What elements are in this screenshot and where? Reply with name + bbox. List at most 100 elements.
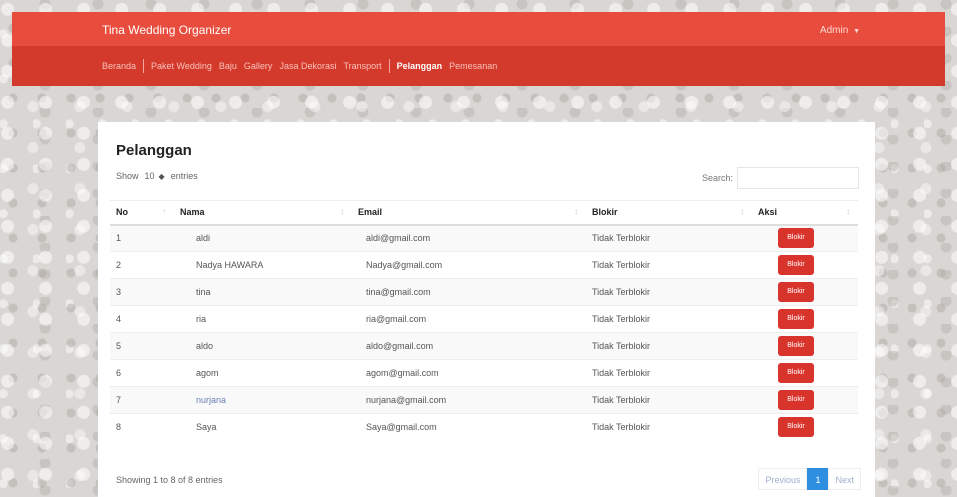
cell-blokir: Tidak Terblokir bbox=[586, 332, 752, 360]
cell-email: tina@gmail.com bbox=[352, 278, 586, 306]
block-button[interactable]: Blokir bbox=[778, 363, 814, 383]
nav-item-transport[interactable]: Transport bbox=[343, 61, 381, 71]
nav-item-baju[interactable]: Baju bbox=[219, 61, 237, 71]
nav-item-jasa-dekorasi[interactable]: Jasa Dekorasi bbox=[279, 61, 336, 71]
pagination: Previous 1 Next bbox=[758, 468, 861, 490]
top-header-bar: Tina Wedding Organizer Admin ▼ bbox=[12, 12, 945, 46]
cell-email: Saya@gmail.com bbox=[352, 413, 586, 441]
main-navigation: Beranda Paket Wedding Baju Gallery Jasa … bbox=[12, 46, 945, 86]
search-label: Search: bbox=[701, 173, 733, 183]
cell-nama: tina bbox=[174, 278, 352, 306]
nav-divider bbox=[143, 59, 145, 73]
block-button[interactable]: Blokir bbox=[778, 336, 814, 356]
cell-nama: agom bbox=[174, 359, 352, 387]
cell-email: Nadya@gmail.com bbox=[352, 251, 586, 279]
nav-item-pelanggan[interactable]: Pelanggan bbox=[397, 61, 443, 71]
cell-blokir: Tidak Terblokir bbox=[586, 305, 752, 333]
cell-no: 6 bbox=[110, 359, 174, 387]
table-row: 3 tina tina@gmail.com Tidak Terblokir Bl… bbox=[110, 278, 858, 306]
cell-no: 5 bbox=[110, 332, 174, 360]
column-label: Nama bbox=[180, 207, 205, 218]
sort-icon: ↕ bbox=[846, 207, 850, 216]
cell-no: 1 bbox=[110, 224, 174, 252]
cell-aksi: Blokir bbox=[752, 251, 858, 279]
table-search: Search: bbox=[702, 167, 859, 189]
block-button[interactable]: Blokir bbox=[778, 417, 814, 438]
column-header-blokir[interactable]: Blokir ↕ bbox=[586, 200, 752, 226]
column-label: Email bbox=[358, 207, 383, 218]
cell-blokir: Tidak Terblokir bbox=[586, 224, 752, 252]
sort-icon: ↕ bbox=[340, 207, 344, 216]
table-row: 1 aldi aldi@gmail.com Tidak Terblokir Bl… bbox=[110, 224, 858, 252]
sort-icon: ↕ bbox=[574, 207, 578, 216]
table-row: 2 Nadya HAWARA Nadya@gmail.com Tidak Ter… bbox=[110, 251, 858, 279]
cell-blokir: Tidak Terblokir bbox=[586, 386, 752, 414]
cell-no: 8 bbox=[110, 413, 174, 441]
cell-aksi: Blokir bbox=[752, 359, 858, 387]
column-header-no[interactable]: No ↑ bbox=[110, 200, 174, 226]
cell-no: 7 bbox=[110, 386, 174, 414]
cell-aksi: Blokir bbox=[752, 413, 858, 441]
column-label: No bbox=[116, 207, 128, 218]
cell-blokir: Tidak Terblokir bbox=[586, 413, 752, 441]
caret-down-icon: ▼ bbox=[853, 28, 860, 35]
column-header-aksi[interactable]: Aksi ↕ bbox=[752, 200, 858, 226]
cell-no: 3 bbox=[110, 278, 174, 306]
block-button[interactable]: Blokir bbox=[778, 390, 814, 410]
user-menu-label: Admin bbox=[819, 25, 849, 36]
user-menu[interactable]: Admin ▼ bbox=[820, 25, 860, 36]
previous-page-button[interactable]: Previous bbox=[758, 468, 808, 490]
cell-nama: Nadya HAWARA bbox=[174, 251, 352, 279]
cell-nama: aldi bbox=[174, 224, 352, 252]
nav-item-gallery[interactable]: Gallery bbox=[244, 61, 273, 71]
cell-aksi: Blokir bbox=[752, 278, 858, 306]
cell-email: aldo@gmail.com bbox=[352, 332, 586, 360]
table-row: 6 agom agom@gmail.com Tidak Terblokir Bl… bbox=[110, 359, 858, 387]
cell-aksi: Blokir bbox=[752, 224, 858, 252]
block-button[interactable]: Blokir bbox=[778, 255, 814, 275]
cell-nama: aldo bbox=[174, 332, 352, 360]
brand-title[interactable]: Tina Wedding Organizer bbox=[102, 23, 231, 37]
next-page-button[interactable]: Next bbox=[828, 468, 861, 490]
entries-select-value: 10 bbox=[144, 171, 155, 181]
cell-email: agom@gmail.com bbox=[352, 359, 586, 387]
cell-blokir: Tidak Terblokir bbox=[586, 359, 752, 387]
cell-email: aldi@gmail.com bbox=[352, 224, 586, 252]
sort-asc-icon: ↑ bbox=[162, 207, 166, 216]
cell-blokir: Tidak Terblokir bbox=[586, 251, 752, 279]
block-button[interactable]: Blokir bbox=[778, 228, 814, 249]
sort-icon: ↕ bbox=[740, 207, 744, 216]
entries-select[interactable]: 10 ◆ bbox=[143, 171, 167, 181]
cell-no: 4 bbox=[110, 305, 174, 333]
cell-nama: ria bbox=[174, 305, 352, 333]
cell-email: ria@gmail.com bbox=[352, 305, 586, 333]
block-button[interactable]: Blokir bbox=[778, 282, 814, 302]
page-title: Pelanggan bbox=[116, 142, 192, 159]
cell-aksi: Blokir bbox=[752, 332, 858, 360]
table-header-row: No ↑ Nama ↕ Email ↕ Blokir ↕ Aksi ↕ bbox=[110, 200, 858, 226]
column-header-nama[interactable]: Nama ↕ bbox=[174, 200, 352, 226]
nav-divider bbox=[388, 59, 390, 73]
nav-item-paket-wedding[interactable]: Paket Wedding bbox=[151, 61, 212, 71]
table-info: Showing 1 to 8 of 8 entries bbox=[116, 475, 223, 485]
column-label: Blokir bbox=[592, 207, 618, 218]
nav-item-pemesanan[interactable]: Pemesanan bbox=[449, 61, 497, 71]
cell-nama: nurjana bbox=[174, 386, 352, 414]
nav-item-beranda[interactable]: Beranda bbox=[102, 61, 136, 71]
pelanggan-panel: Pelanggan Show 10 ◆ entries Search: No ↑… bbox=[98, 122, 875, 497]
page-button-current[interactable]: 1 bbox=[807, 468, 829, 490]
search-input[interactable] bbox=[737, 167, 859, 189]
table-row: 8 Saya Saya@gmail.com Tidak Terblokir Bl… bbox=[110, 413, 858, 441]
entries-label: entries bbox=[170, 171, 198, 181]
cell-no: 2 bbox=[110, 251, 174, 279]
cell-aksi: Blokir bbox=[752, 305, 858, 333]
cell-email: nurjana@gmail.com bbox=[352, 386, 586, 414]
cell-nama: Saya bbox=[174, 413, 352, 441]
show-label: Show bbox=[116, 171, 139, 181]
table-row: 7 nurjana nurjana@gmail.com Tidak Terblo… bbox=[110, 386, 858, 414]
block-button[interactable]: Blokir bbox=[778, 309, 814, 329]
select-arrow-icon: ◆ bbox=[158, 171, 165, 181]
column-header-email[interactable]: Email ↕ bbox=[352, 200, 586, 226]
cell-aksi: Blokir bbox=[752, 386, 858, 414]
column-label: Aksi bbox=[758, 207, 778, 218]
